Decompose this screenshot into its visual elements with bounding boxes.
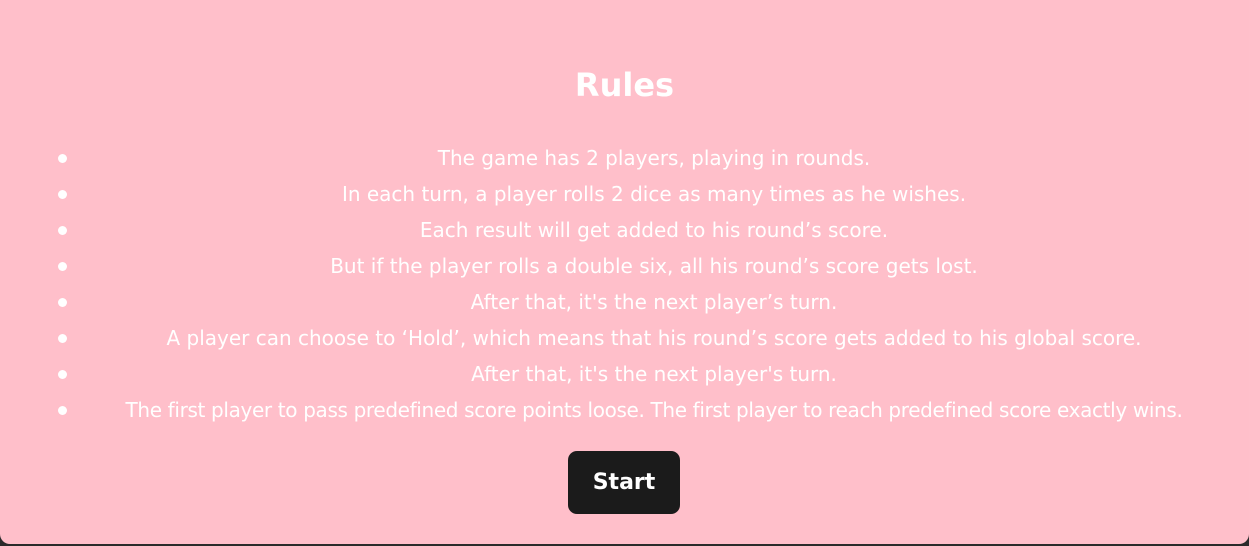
bullet-icon (58, 370, 67, 379)
rule-text: A player can choose to ‘Hold’, which mea… (166, 326, 1142, 350)
rule-item-7: After that, it's the next player's turn. (58, 356, 1226, 392)
rule-item-6: A player can choose to ‘Hold’, which mea… (58, 320, 1226, 356)
rules-title: Rules (574, 66, 675, 104)
rules-list: The game has 2 players, playing in round… (58, 140, 1226, 428)
rule-item-4: But if the player rolls a double six, al… (58, 248, 1226, 284)
rule-item-5: After that, it's the next player’s turn. (58, 284, 1226, 320)
bullet-icon (58, 190, 67, 199)
bullet-icon (58, 262, 67, 271)
rule-item-2: In each turn, a player rolls 2 dice as m… (58, 176, 1226, 212)
bullet-icon (58, 226, 67, 235)
rule-text: The first player to pass predefined scor… (125, 398, 1183, 422)
rules-panel: Rules The game has 2 players, playing in… (0, 0, 1249, 544)
start-button[interactable]: Start (568, 451, 680, 514)
rule-text: In each turn, a player rolls 2 dice as m… (341, 182, 967, 206)
rule-text: After that, it's the next player's turn. (471, 362, 837, 386)
rule-text: Each result will get added to his round’… (419, 218, 889, 242)
rule-item-1: The game has 2 players, playing in round… (58, 140, 1226, 176)
bullet-icon (58, 334, 67, 343)
rule-text: The game has 2 players, playing in round… (437, 146, 871, 170)
bullet-icon (58, 298, 67, 307)
rule-text: But if the player rolls a double six, al… (330, 254, 978, 278)
bullet-icon (58, 406, 67, 415)
bullet-icon (58, 154, 67, 163)
rule-item-8: The first player to pass predefined scor… (58, 392, 1226, 428)
rule-text: After that, it's the next player’s turn. (470, 290, 838, 314)
rule-item-3: Each result will get added to his round’… (58, 212, 1226, 248)
